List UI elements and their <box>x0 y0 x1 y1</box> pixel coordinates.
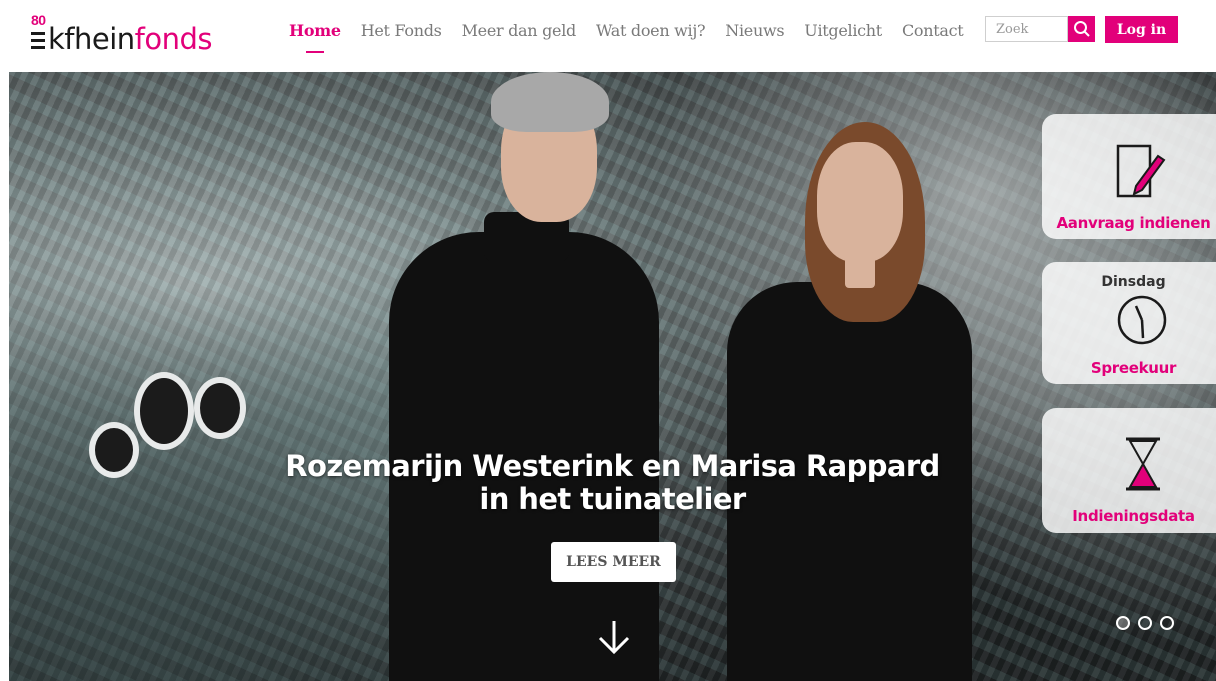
consultation-card[interactable]: Dinsdag Spreekuur <box>1042 262 1216 384</box>
document-pen-icon <box>1116 144 1166 198</box>
kfhein-logo[interactable]: 80 kfheinfonds <box>31 10 231 60</box>
hero-slider: Rozemarijn Westerink en Marisa Rappard i… <box>9 72 1216 681</box>
logo-lines-icon <box>31 32 45 50</box>
nav-wat-doen-wij[interactable]: Wat doen wij? <box>596 21 706 40</box>
anniversary-badge: 80 <box>31 12 46 28</box>
nav-home[interactable]: Home <box>289 21 341 40</box>
logo-text-pink: fonds <box>134 22 213 56</box>
deadlines-card[interactable]: Indieningsdata <box>1042 408 1216 533</box>
carousel-dot-2[interactable] <box>1138 616 1152 630</box>
hero-title-line1: Rozemarijn Westerink en Marisa Rappard <box>285 449 940 483</box>
arrow-down-icon[interactable] <box>596 617 632 657</box>
nav-meer-dan-geld[interactable]: Meer dan geld <box>462 21 577 40</box>
read-more-button[interactable]: LEES MEER <box>551 542 676 582</box>
search-button[interactable] <box>1068 16 1095 42</box>
nav-uitgelicht[interactable]: Uitgelicht <box>804 21 882 40</box>
artwork-blob <box>194 377 246 439</box>
logo-text-dark: kfhein <box>48 22 135 56</box>
nav-contact[interactable]: Contact <box>902 21 964 40</box>
site-header: 80 kfheinfonds Home Het Fonds Meer dan g… <box>0 0 1216 70</box>
person-left <box>379 72 669 681</box>
hero-title: Rozemarijn Westerink en Marisa Rappard i… <box>9 450 1216 516</box>
carousel-dot-1[interactable] <box>1116 616 1130 630</box>
carousel-dots <box>1116 616 1174 630</box>
deadlines-label: Indieningsdata <box>1072 507 1195 525</box>
apply-card[interactable]: Aanvraag indienen <box>1042 114 1216 239</box>
hourglass-icon <box>1126 437 1160 491</box>
nav-nieuws[interactable]: Nieuws <box>725 21 784 40</box>
apply-label: Aanvraag indienen <box>1056 214 1211 232</box>
main-nav: Home Het Fonds Meer dan geld Wat doen wi… <box>289 21 983 40</box>
clock-icon <box>1117 295 1167 345</box>
person-right <box>727 122 972 681</box>
nav-het-fonds[interactable]: Het Fonds <box>361 21 442 40</box>
search-input[interactable]: Zoek <box>985 16 1068 42</box>
logo-wordmark: kfheinfonds <box>48 22 213 56</box>
artwork-blob <box>134 372 194 450</box>
hero-title-line2: in het tuinatelier <box>479 482 746 516</box>
consultation-day: Dinsdag <box>1101 274 1166 290</box>
login-button[interactable]: Log in <box>1105 16 1178 43</box>
search-icon <box>1073 21 1090 37</box>
consultation-label: Spreekuur <box>1090 359 1177 377</box>
carousel-dot-3[interactable] <box>1160 616 1174 630</box>
